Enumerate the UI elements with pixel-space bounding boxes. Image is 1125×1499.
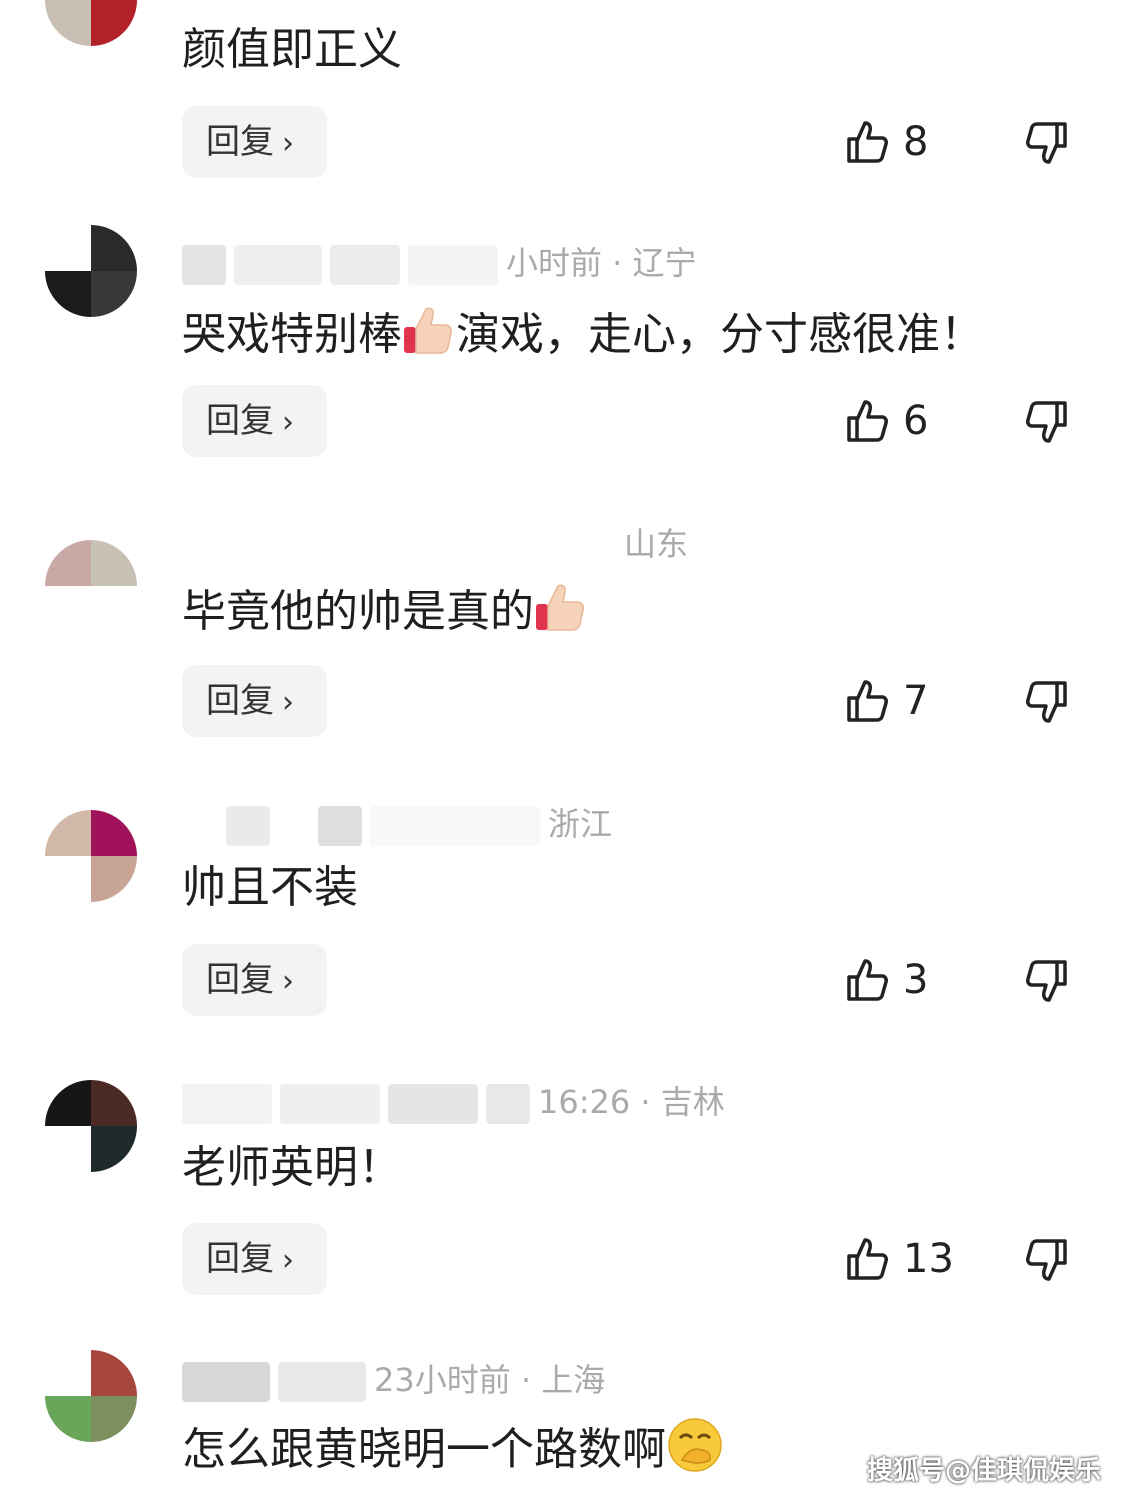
comment-meta: 16:26 · 吉林 — [182, 1082, 725, 1124]
like-count: 6 — [903, 398, 929, 444]
reply-label: 回复 — [206, 122, 274, 162]
avatar[interactable] — [45, 1350, 137, 1442]
location-text: 16:26 · 吉林 — [538, 1083, 725, 1121]
reply-label: 回复 — [206, 1239, 274, 1279]
reply-button[interactable]: 回复 › — [182, 385, 327, 457]
watermark: 搜狐号@佳琪侃娱乐 — [866, 1456, 1101, 1486]
like-button[interactable]: 6 — [845, 391, 928, 451]
location-text: 小时前 · 辽宁 — [506, 244, 697, 282]
face-hand-over-mouth-emoji-icon — [666, 1416, 724, 1474]
avatar[interactable] — [45, 225, 137, 317]
like-count: 8 — [903, 119, 929, 165]
location-text: 23小时前 · 上海 — [374, 1361, 606, 1399]
like-count: 13 — [903, 1236, 954, 1282]
comment-text: 怎么跟黄晓明一个路数啊 — [182, 1416, 724, 1480]
comment-meta: 浙江 — [182, 804, 613, 846]
like-button[interactable]: 13 — [845, 1229, 954, 1289]
like-button[interactable]: 7 — [845, 671, 928, 731]
thumbs-up-emoji-icon — [402, 301, 456, 357]
comment-meta: 山东 — [624, 524, 688, 564]
chevron-right-icon: › — [282, 685, 294, 720]
comment-text: 颜值即正义 — [182, 24, 402, 75]
like-count: 3 — [903, 957, 929, 1003]
comment-meta: 23小时前 · 上海 — [182, 1360, 606, 1402]
thumbs-up-icon — [847, 121, 888, 163]
thumbs-up-icon — [847, 680, 888, 722]
thumbs-up-icon — [847, 959, 888, 1001]
comment-meta: 小时前 · 辽宁 — [182, 243, 697, 285]
location-text: 山东 — [624, 525, 689, 563]
comment-text: 毕竟他的帅是真的 — [182, 578, 588, 642]
thumbs-down-icon[interactable] — [1024, 399, 1070, 445]
chevron-right-icon: › — [282, 1243, 294, 1278]
reply-button[interactable]: 回复 › — [182, 944, 327, 1016]
reply-label: 回复 — [206, 681, 274, 721]
like-button[interactable]: 8 — [845, 112, 928, 172]
thumbs-down-icon[interactable] — [1024, 679, 1070, 725]
avatar[interactable] — [45, 540, 137, 632]
avatar[interactable] — [45, 1080, 137, 1172]
reply-button[interactable]: 回复 › — [182, 665, 327, 737]
location-text: 浙江 — [548, 805, 613, 843]
thumbs-down-icon[interactable] — [1024, 958, 1070, 1004]
comment-text: 帅且不装 — [182, 862, 358, 913]
comment-text: 老师英明！ — [182, 1142, 402, 1193]
avatar[interactable] — [45, 0, 137, 46]
like-count: 7 — [903, 678, 929, 724]
avatar[interactable] — [45, 810, 137, 902]
reply-button[interactable]: 回复 › — [182, 1223, 327, 1295]
chevron-right-icon: › — [282, 405, 294, 440]
reply-label: 回复 — [206, 401, 274, 441]
thumbs-down-icon[interactable] — [1024, 1237, 1070, 1283]
comment-text: 哭戏特别棒 演戏，走心，分寸感很准！ — [182, 301, 984, 365]
thumbs-up-icon — [847, 400, 888, 442]
chevron-right-icon: › — [282, 964, 294, 999]
thumbs-down-icon[interactable] — [1024, 120, 1070, 166]
thumbs-up-emoji-icon — [534, 578, 588, 634]
reply-label: 回复 — [206, 960, 274, 1000]
chevron-right-icon: › — [282, 126, 294, 161]
thumbs-up-icon — [847, 1238, 888, 1280]
like-button[interactable]: 3 — [845, 950, 928, 1010]
reply-button[interactable]: 回复 › — [182, 106, 327, 178]
